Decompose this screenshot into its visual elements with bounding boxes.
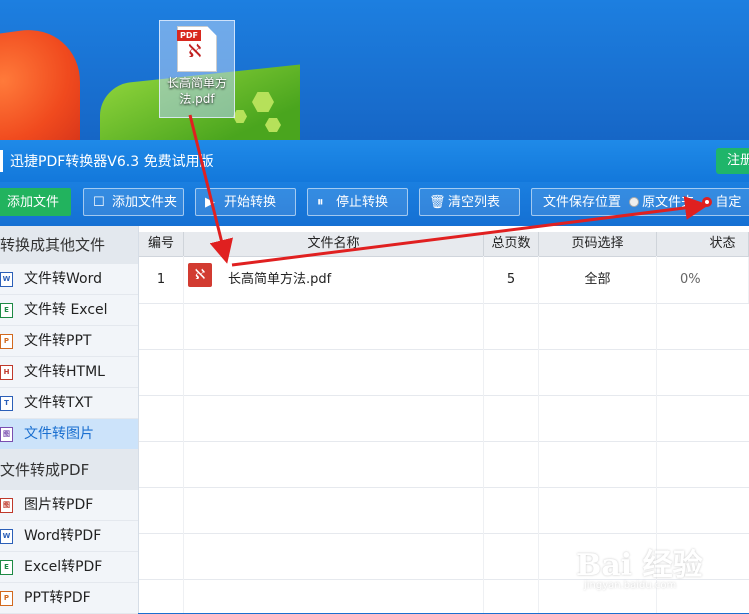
- wallpaper-flag-red: [0, 22, 80, 140]
- sidebar-item-label: 图片转PDF: [24, 497, 94, 513]
- play-icon: ▶: [205, 195, 215, 210]
- column-header-pages: 总页数: [484, 232, 539, 256]
- image-file-icon: 图: [0, 427, 13, 442]
- txt-file-icon: T: [0, 396, 13, 411]
- table-row[interactable]: 1 长高简单方法.pdf 5 全部 0%: [139, 257, 749, 304]
- sidebar-item-to-excel[interactable]: E 文件转 Excel: [0, 295, 138, 326]
- row-status: 0%: [657, 257, 749, 303]
- table-header: 编号 文件名称 总页数 页码选择 状态: [139, 232, 749, 257]
- sidebar-item-to-html[interactable]: H 文件转HTML: [0, 357, 138, 388]
- word-file-icon: W: [0, 529, 13, 544]
- sidebar-item-label: 文件转HTML: [24, 364, 105, 380]
- add-file-label: 添加文件: [7, 195, 60, 210]
- word-file-icon: W: [0, 272, 13, 287]
- column-header-index: 编号: [139, 232, 184, 256]
- add-file-button[interactable]: 添加文件: [0, 188, 71, 216]
- html-file-icon: H: [0, 365, 13, 380]
- sidebar-item-image-to-pdf[interactable]: 图 图片转PDF: [0, 490, 138, 521]
- table-row-empty: [139, 395, 749, 442]
- sidebar-item-word-to-pdf[interactable]: W Word转PDF: [0, 521, 138, 552]
- stop-convert-button[interactable]: ⏸ 停止转换: [307, 188, 408, 216]
- sidebar-item-label: 文件转 Excel: [24, 302, 108, 318]
- desktop-pdf-file-icon[interactable]: PDF ℵ 长高简单方 法.pdf: [159, 20, 235, 118]
- table-row-empty: [139, 487, 749, 534]
- baidu-jingyan-watermark: Bai 经验 jingyan.baidu.com: [576, 536, 726, 606]
- sidebar-section-to-other: 转换成其他文件: [0, 226, 138, 264]
- excel-file-icon: E: [0, 560, 13, 575]
- radio-custom-folder[interactable]: [702, 197, 713, 207]
- sidebar-item-label: Word转PDF: [24, 528, 102, 544]
- radio-original-label: 原文件夹: [642, 195, 695, 210]
- desktop-file-label-line1: 长高简单方: [166, 76, 227, 90]
- sidebar: 转换成其他文件 W 文件转Word E 文件转 Excel P 文件转PPT H…: [0, 226, 139, 614]
- row-page-count: 5: [484, 257, 539, 303]
- sidebar-item-to-ppt[interactable]: P 文件转PPT: [0, 326, 138, 357]
- column-header-status: 状态: [657, 232, 749, 256]
- pdf-file-icon: ℵ: [188, 263, 212, 287]
- clear-list-label: 清空列表: [448, 195, 501, 210]
- sidebar-item-label: 文件转PPT: [24, 333, 92, 349]
- sidebar-item-to-txt[interactable]: T 文件转TXT: [0, 388, 138, 419]
- start-convert-label: 开始转换: [224, 195, 277, 210]
- row-page-range[interactable]: 全部: [539, 257, 657, 303]
- save-location-group: 文件保存位置 原文件夹 自定: [531, 188, 749, 216]
- acrobat-icon: ℵ: [188, 41, 202, 62]
- watermark-url: jingyan.baidu.com: [584, 580, 677, 591]
- window-title: 迅捷PDF转换器V6.3 免费试用版: [10, 154, 214, 170]
- ppt-file-icon: P: [0, 334, 13, 349]
- start-convert-button[interactable]: ▶ 开始转换: [195, 188, 296, 216]
- desktop: PDF ℵ 长高简单方 法.pdf: [0, 0, 749, 140]
- pause-icon: ⏸: [317, 195, 324, 210]
- table-row-empty: [139, 441, 749, 488]
- sidebar-item-excel-to-pdf[interactable]: E Excel转PDF: [0, 552, 138, 583]
- sidebar-item-to-word[interactable]: W 文件转Word: [0, 264, 138, 295]
- sidebar-item-label: 文件转Word: [24, 271, 102, 287]
- sidebar-item-label: Excel转PDF: [24, 559, 103, 575]
- image-file-icon: 图: [0, 498, 13, 513]
- watermark-main: Bai 经验: [576, 548, 703, 583]
- stop-convert-label: 停止转换: [336, 195, 389, 210]
- sidebar-section-to-pdf: 文件转成PDF: [0, 450, 138, 490]
- window-titlebar: 迅捷PDF转换器V6.3 免费试用版 注册: [0, 140, 749, 182]
- column-divider: [183, 256, 184, 613]
- add-folder-button[interactable]: ☐ 添加文件夹: [83, 188, 184, 216]
- sidebar-item-label: PPT转PDF: [24, 590, 91, 606]
- column-divider: [538, 256, 539, 613]
- ppt-file-icon: P: [0, 591, 13, 606]
- sidebar-item-to-image[interactable]: 图 文件转图片: [0, 419, 138, 450]
- sidebar-item-label: 文件转TXT: [24, 395, 93, 411]
- column-divider: [483, 256, 484, 613]
- trash-icon: 🗑: [429, 195, 446, 210]
- radio-original-folder[interactable]: [629, 197, 640, 207]
- pdf-tag: PDF: [177, 30, 201, 41]
- excel-file-icon: E: [0, 303, 13, 318]
- radio-custom-label: 自定: [715, 195, 742, 210]
- column-header-name: 文件名称: [184, 232, 484, 256]
- folder-add-icon: ☐: [93, 195, 105, 210]
- pdf-file-icon: PDF ℵ: [177, 26, 217, 72]
- save-location-label: 文件保存位置: [543, 195, 622, 210]
- add-folder-label: 添加文件夹: [112, 195, 178, 210]
- sidebar-item-ppt-to-pdf[interactable]: P PPT转PDF: [0, 583, 138, 614]
- register-button[interactable]: 注册: [716, 148, 749, 174]
- clear-list-button[interactable]: 🗑 清空列表: [419, 188, 520, 216]
- column-header-range: 页码选择: [539, 232, 657, 256]
- app-logo-icon: [0, 150, 3, 172]
- toolbar: 添加文件 ☐ 添加文件夹 ▶ 开始转换 ⏸ 停止转换 🗑 清空列表 文件保存位置…: [0, 182, 749, 226]
- desktop-file-label-line2: 法.pdf: [179, 92, 215, 106]
- row-file-name: 长高简单方法.pdf: [184, 257, 484, 303]
- table-row-empty: [139, 303, 749, 350]
- sidebar-item-label: 文件转图片: [24, 426, 94, 442]
- desktop-file-label: 长高简单方 法.pdf: [160, 75, 234, 107]
- row-index: 1: [139, 257, 184, 303]
- table-row-empty: [139, 349, 749, 396]
